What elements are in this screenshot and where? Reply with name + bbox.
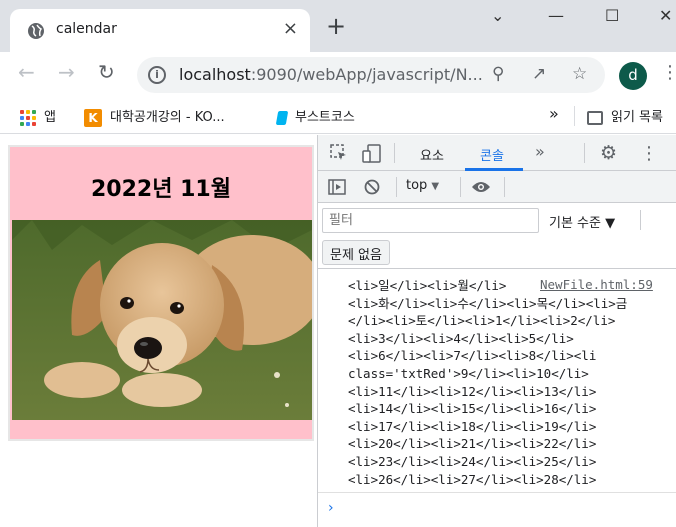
reading-list-icon	[587, 110, 603, 125]
zoom-icon[interactable]: ⚲	[492, 64, 504, 84]
console-prompt-icon[interactable]: ›	[328, 500, 334, 516]
bookmark-kocw[interactable]: K 대학공개강의 - KO...	[84, 106, 225, 127]
log-line: class='txtRed'>9</li><li>10</li>	[348, 366, 589, 381]
tab-divider	[394, 143, 395, 163]
console-toolbar: top ▼	[318, 171, 676, 203]
title-bar: calendar × + ⌄ — ☐ ✕	[0, 0, 676, 52]
tab-search-icon[interactable]: ⌄	[491, 6, 504, 25]
share-icon[interactable]: ↗	[532, 64, 546, 84]
devtools-panel: 요소 콘솔 » ⚙ ⋮ top▼ 기본 수준 ▼ 문제 없음	[317, 135, 676, 527]
clear-console-icon[interactable]	[364, 179, 380, 195]
log-line: <li>14</li><li>15</li><li>16</li>	[348, 401, 597, 417]
filter-divider	[640, 210, 641, 230]
bookmark-star-icon[interactable]: ☆	[572, 64, 587, 84]
sidebar-toggle-icon[interactable]	[328, 179, 346, 195]
back-arrow-icon[interactable]: ←	[18, 62, 35, 82]
site-info-icon[interactable]: i	[148, 66, 166, 84]
url-text[interactable]: localhost:9090/webApp/javascript/N...	[179, 65, 483, 84]
tab-title: calendar	[56, 21, 117, 37]
apps-grid-icon	[20, 109, 36, 126]
tab-divider	[584, 143, 585, 163]
tab-close-icon[interactable]: ×	[283, 18, 298, 39]
log-line: </li><li>토</li><li>1</li><li>2</li>	[348, 313, 616, 329]
close-window-button[interactable]: ✕	[659, 6, 672, 25]
bookmarks-divider	[574, 106, 575, 126]
browser-menu-icon[interactable]: ⋮	[661, 62, 676, 83]
device-toolbar-icon[interactable]	[362, 144, 382, 164]
log-level-dropdown[interactable]: 기본 수준 ▼	[549, 212, 615, 231]
live-expression-eye-icon[interactable]	[471, 180, 491, 194]
globe-icon	[28, 23, 44, 39]
log-line: <li>26</li><li>27</li><li>28</li>	[348, 471, 597, 487]
log-line: <li>6</li><li>7</li><li>8</li><li	[348, 348, 597, 364]
minimize-button[interactable]: —	[548, 6, 564, 25]
kocw-logo-icon: K	[84, 108, 102, 127]
boostcourse-logo-icon	[275, 110, 289, 125]
context-selector[interactable]: top ▼	[406, 178, 439, 193]
address-bar[interactable]: i localhost:9090/webApp/javascript/N... …	[137, 57, 605, 93]
page-viewport: 2022년 11월	[0, 135, 317, 527]
bookmark-boostcourse[interactable]: 부스트코스	[275, 106, 355, 125]
more-tabs-icon[interactable]: »	[535, 142, 545, 161]
filter-row: 기본 수준 ▼	[318, 203, 676, 237]
puppy-image	[12, 220, 312, 420]
log-line: <li>일</li><li>월</li>	[348, 278, 507, 293]
issues-button[interactable]: 문제 없음	[322, 240, 390, 265]
devtools-tab-bar: 요소 콘솔 » ⚙ ⋮	[318, 135, 676, 171]
inspect-element-icon[interactable]	[330, 144, 348, 162]
browser-tab[interactable]: calendar ×	[10, 9, 310, 52]
settings-gear-icon[interactable]: ⚙	[600, 142, 617, 164]
toolbar-divider	[504, 177, 505, 197]
calendar-box: 2022년 11월	[8, 145, 314, 441]
tab-console[interactable]: 콘솔	[480, 145, 504, 164]
log-line: <li>화</li><li>수</li><li>목</li><li>금	[348, 295, 628, 311]
tab-elements[interactable]: 요소	[420, 145, 444, 164]
log-line: <li>17</li><li>18</li><li>19</li>	[348, 418, 597, 434]
log-line: <li>11</li><li>12</li><li>13</li>	[348, 383, 597, 399]
calendar-title: 2022년 11월	[91, 177, 231, 202]
log-line: <li>23</li><li>24</li><li>25</li>	[348, 454, 597, 469]
bookmark-apps[interactable]: 앱	[20, 106, 56, 126]
bookmarks-overflow-chevron[interactable]: »	[549, 104, 559, 123]
forward-arrow-icon[interactable]: →	[58, 62, 75, 82]
console-output: <li>일</li><li>월</li> <li>화</li><li>수</li>…	[318, 269, 676, 493]
browser-toolbar: ← → ↻ i localhost:9090/webApp/javascript…	[0, 52, 676, 98]
bookmarks-bar: 앱 K 대학공개강의 - KO... 부스트코스 » 읽기 목록	[0, 98, 676, 134]
profile-avatar[interactable]: d	[619, 62, 647, 90]
console-filter-input[interactable]	[322, 208, 539, 233]
toolbar-divider	[460, 177, 461, 197]
issues-row: 문제 없음	[318, 237, 676, 269]
reading-list[interactable]: 읽기 목록	[587, 106, 663, 125]
log-line: <li>3</li><li>4</li><li>5</li>	[348, 330, 574, 346]
maximize-button[interactable]: ☐	[605, 6, 619, 25]
log-line: <li>20</li><li>21</li><li>22</li>	[348, 436, 597, 452]
log-source-link[interactable]: NewFile.html:59	[540, 277, 653, 292]
toolbar-divider	[396, 177, 397, 197]
reload-icon[interactable]: ↻	[98, 62, 115, 82]
new-tab-button[interactable]: +	[326, 14, 346, 38]
devtools-menu-icon[interactable]: ⋮	[640, 143, 658, 164]
